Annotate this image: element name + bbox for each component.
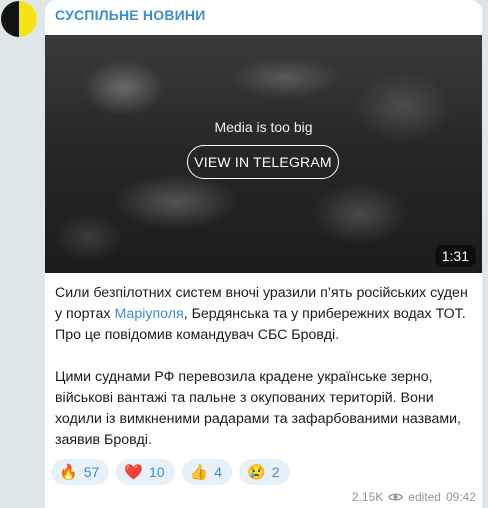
- crying-face-icon: 😢: [247, 463, 266, 481]
- heart-icon: ❤️: [124, 463, 143, 481]
- reaction-count: 57: [83, 464, 100, 480]
- link-mariupol[interactable]: Маріуполя: [114, 306, 183, 322]
- eye-icon: [388, 492, 404, 502]
- message-paragraph-2: Цими суднами РФ перевозила крадене украї…: [55, 369, 461, 448]
- edited-label: edited: [408, 490, 441, 504]
- view-in-telegram-button[interactable]: VIEW IN TELEGRAM: [187, 145, 339, 179]
- reaction-heart[interactable]: ❤️ 10: [116, 459, 175, 485]
- reactions-bar: 🔥 57 ❤️ 10 👍 4 😢 2: [51, 459, 290, 485]
- reaction-count: 2: [271, 464, 280, 480]
- message-paragraph-1: Сили безпілотних систем вночі уразили п’…: [55, 283, 475, 346]
- channel-avatar[interactable]: [1, 1, 37, 37]
- reaction-crying-face[interactable]: 😢 2: [239, 459, 290, 485]
- reaction-count: 10: [148, 464, 165, 480]
- message-time: 09:42: [445, 490, 476, 504]
- message-bubble: СУСПІЛЬНЕ НОВИНИ Media is too big VIEW I…: [45, 0, 482, 508]
- media-too-big-label: Media is too big: [214, 119, 313, 135]
- message-text: Сили безпілотних систем вночі уразили п’…: [55, 283, 475, 451]
- video-preview[interactable]: Media is too big VIEW IN TELEGRAM 1:31: [45, 35, 482, 273]
- thumbs-up-icon: 👍: [189, 463, 209, 481]
- channel-name[interactable]: СУСПІЛЬНЕ НОВИНИ: [55, 7, 205, 23]
- view-count: 2.15K: [351, 490, 384, 504]
- avatar-black-half: [1, 1, 19, 37]
- reaction-thumbs-up[interactable]: 👍 4: [181, 459, 233, 485]
- fire-icon: 🔥: [59, 463, 78, 481]
- reaction-fire[interactable]: 🔥 57: [51, 459, 110, 485]
- video-duration: 1:31: [434, 245, 476, 267]
- reaction-count: 4: [214, 464, 223, 480]
- message-meta: 2.15K edited 09:42: [352, 490, 476, 504]
